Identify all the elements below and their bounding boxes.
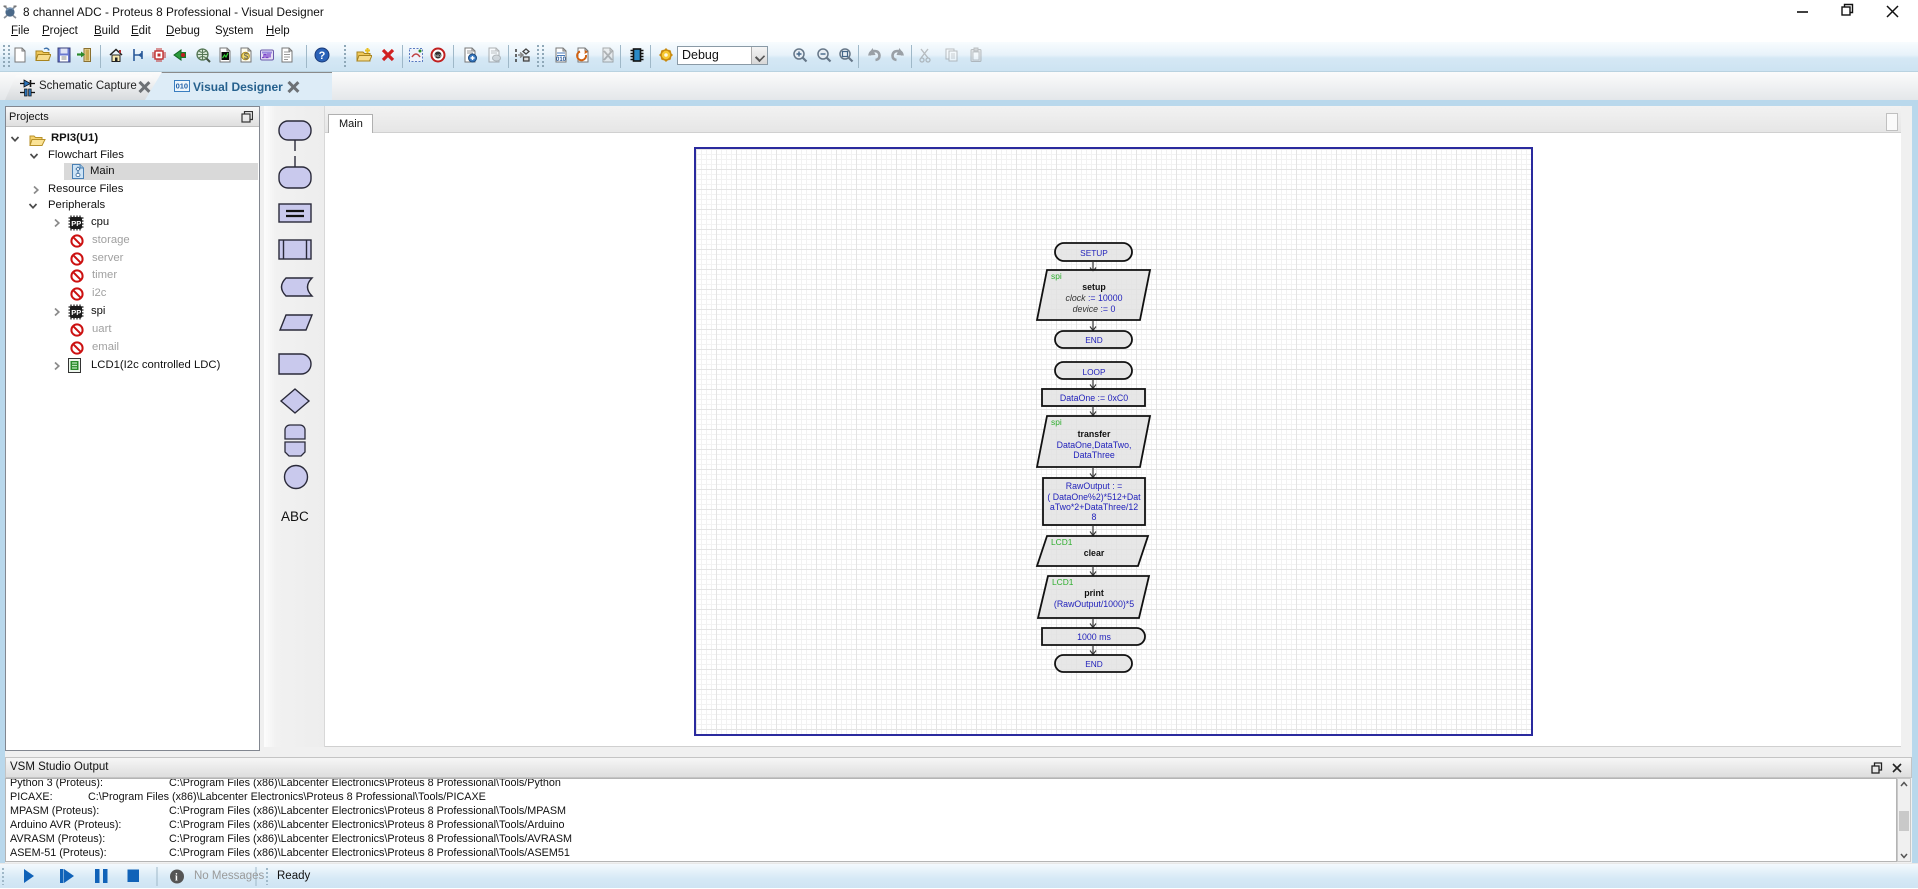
- svg-text:device := 0: device := 0: [1073, 304, 1116, 314]
- svg-text:8: 8: [1092, 512, 1097, 522]
- svg-text:LCD1: LCD1: [1052, 577, 1074, 587]
- svg-text:NOT: NOT: [435, 53, 444, 58]
- svg-text:spi: spi: [1051, 271, 1062, 281]
- svg-text:PP: PP: [71, 219, 81, 228]
- svg-text:?: ?: [319, 50, 326, 62]
- svg-text:aTwo*2+DataThree/12: aTwo*2+DataThree/12: [1050, 502, 1138, 512]
- svg-text:transfer: transfer: [1078, 429, 1111, 439]
- svg-text:ABC: ABC: [281, 509, 309, 524]
- svg-text:010: 010: [556, 57, 567, 63]
- svg-text:(RawOutput/1000)*5: (RawOutput/1000)*5: [1054, 599, 1134, 609]
- svg-text:1000 ms: 1000 ms: [1077, 632, 1111, 642]
- svg-text:PP: PP: [71, 308, 81, 317]
- svg-text:( DataOne%2)*512+Dat: ( DataOne%2)*512+Dat: [1047, 492, 1141, 502]
- svg-text:DataThree: DataThree: [1073, 450, 1115, 460]
- svg-text:print: print: [1084, 588, 1104, 598]
- svg-text:i: i: [175, 873, 178, 884]
- svg-text:DataOne,DataTwo,: DataOne,DataTwo,: [1057, 440, 1132, 450]
- svg-text:LOOP: LOOP: [1082, 367, 1106, 377]
- svg-text:setup: setup: [1082, 282, 1106, 292]
- svg-text:DataOne := 0xC0: DataOne := 0xC0: [1060, 393, 1128, 403]
- svg-text:END: END: [1085, 659, 1103, 669]
- svg-text:clock := 10000: clock := 10000: [1066, 293, 1123, 303]
- svg-text:SETUP: SETUP: [1080, 248, 1108, 258]
- svg-text:clear: clear: [1084, 548, 1105, 558]
- svg-text:$: $: [244, 52, 249, 61]
- svg-text:RawOutput : =: RawOutput : =: [1066, 481, 1122, 491]
- svg-text:010: 010: [176, 82, 189, 91]
- svg-text:LCD1: LCD1: [1051, 537, 1073, 547]
- svg-text:spi: spi: [1051, 417, 1062, 427]
- svg-text:END: END: [1085, 335, 1103, 345]
